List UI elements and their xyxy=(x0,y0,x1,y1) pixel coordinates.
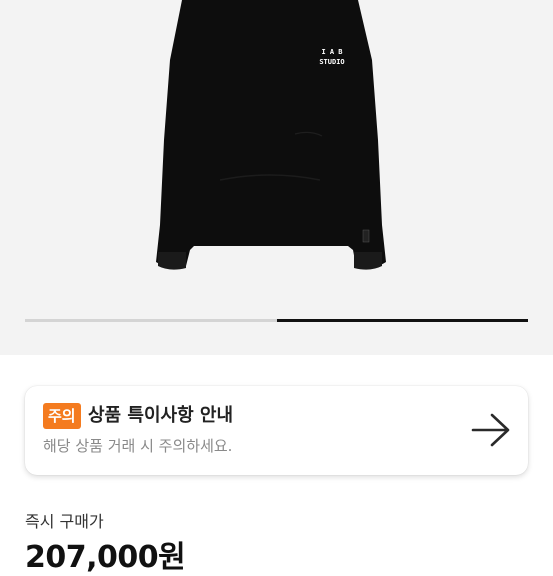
instant-buy-price: 207,000원 xyxy=(25,540,186,575)
gallery-progress-track xyxy=(25,319,528,322)
chest-print-bottom: STUDIO xyxy=(319,58,344,66)
hoodie-product-image: I A B STUDIO xyxy=(156,0,386,270)
product-image-gallery[interactable]: I A B STUDIO xyxy=(0,0,553,355)
gallery-progress-fill xyxy=(276,319,528,322)
notice-subtitle: 해당 상품 거래 시 주의하세요. xyxy=(43,437,233,455)
caution-badge: 주의 xyxy=(43,403,81,429)
arrow-right-icon[interactable] xyxy=(471,413,511,447)
notice-card[interactable]: 주의 상품 특이사항 안내 해당 상품 거래 시 주의하세요. xyxy=(25,386,528,475)
instant-buy-label: 즉시 구매가 xyxy=(25,512,104,531)
chest-print-top: I A B xyxy=(321,48,342,56)
notice-title: 상품 특이사항 안내 xyxy=(88,405,234,426)
